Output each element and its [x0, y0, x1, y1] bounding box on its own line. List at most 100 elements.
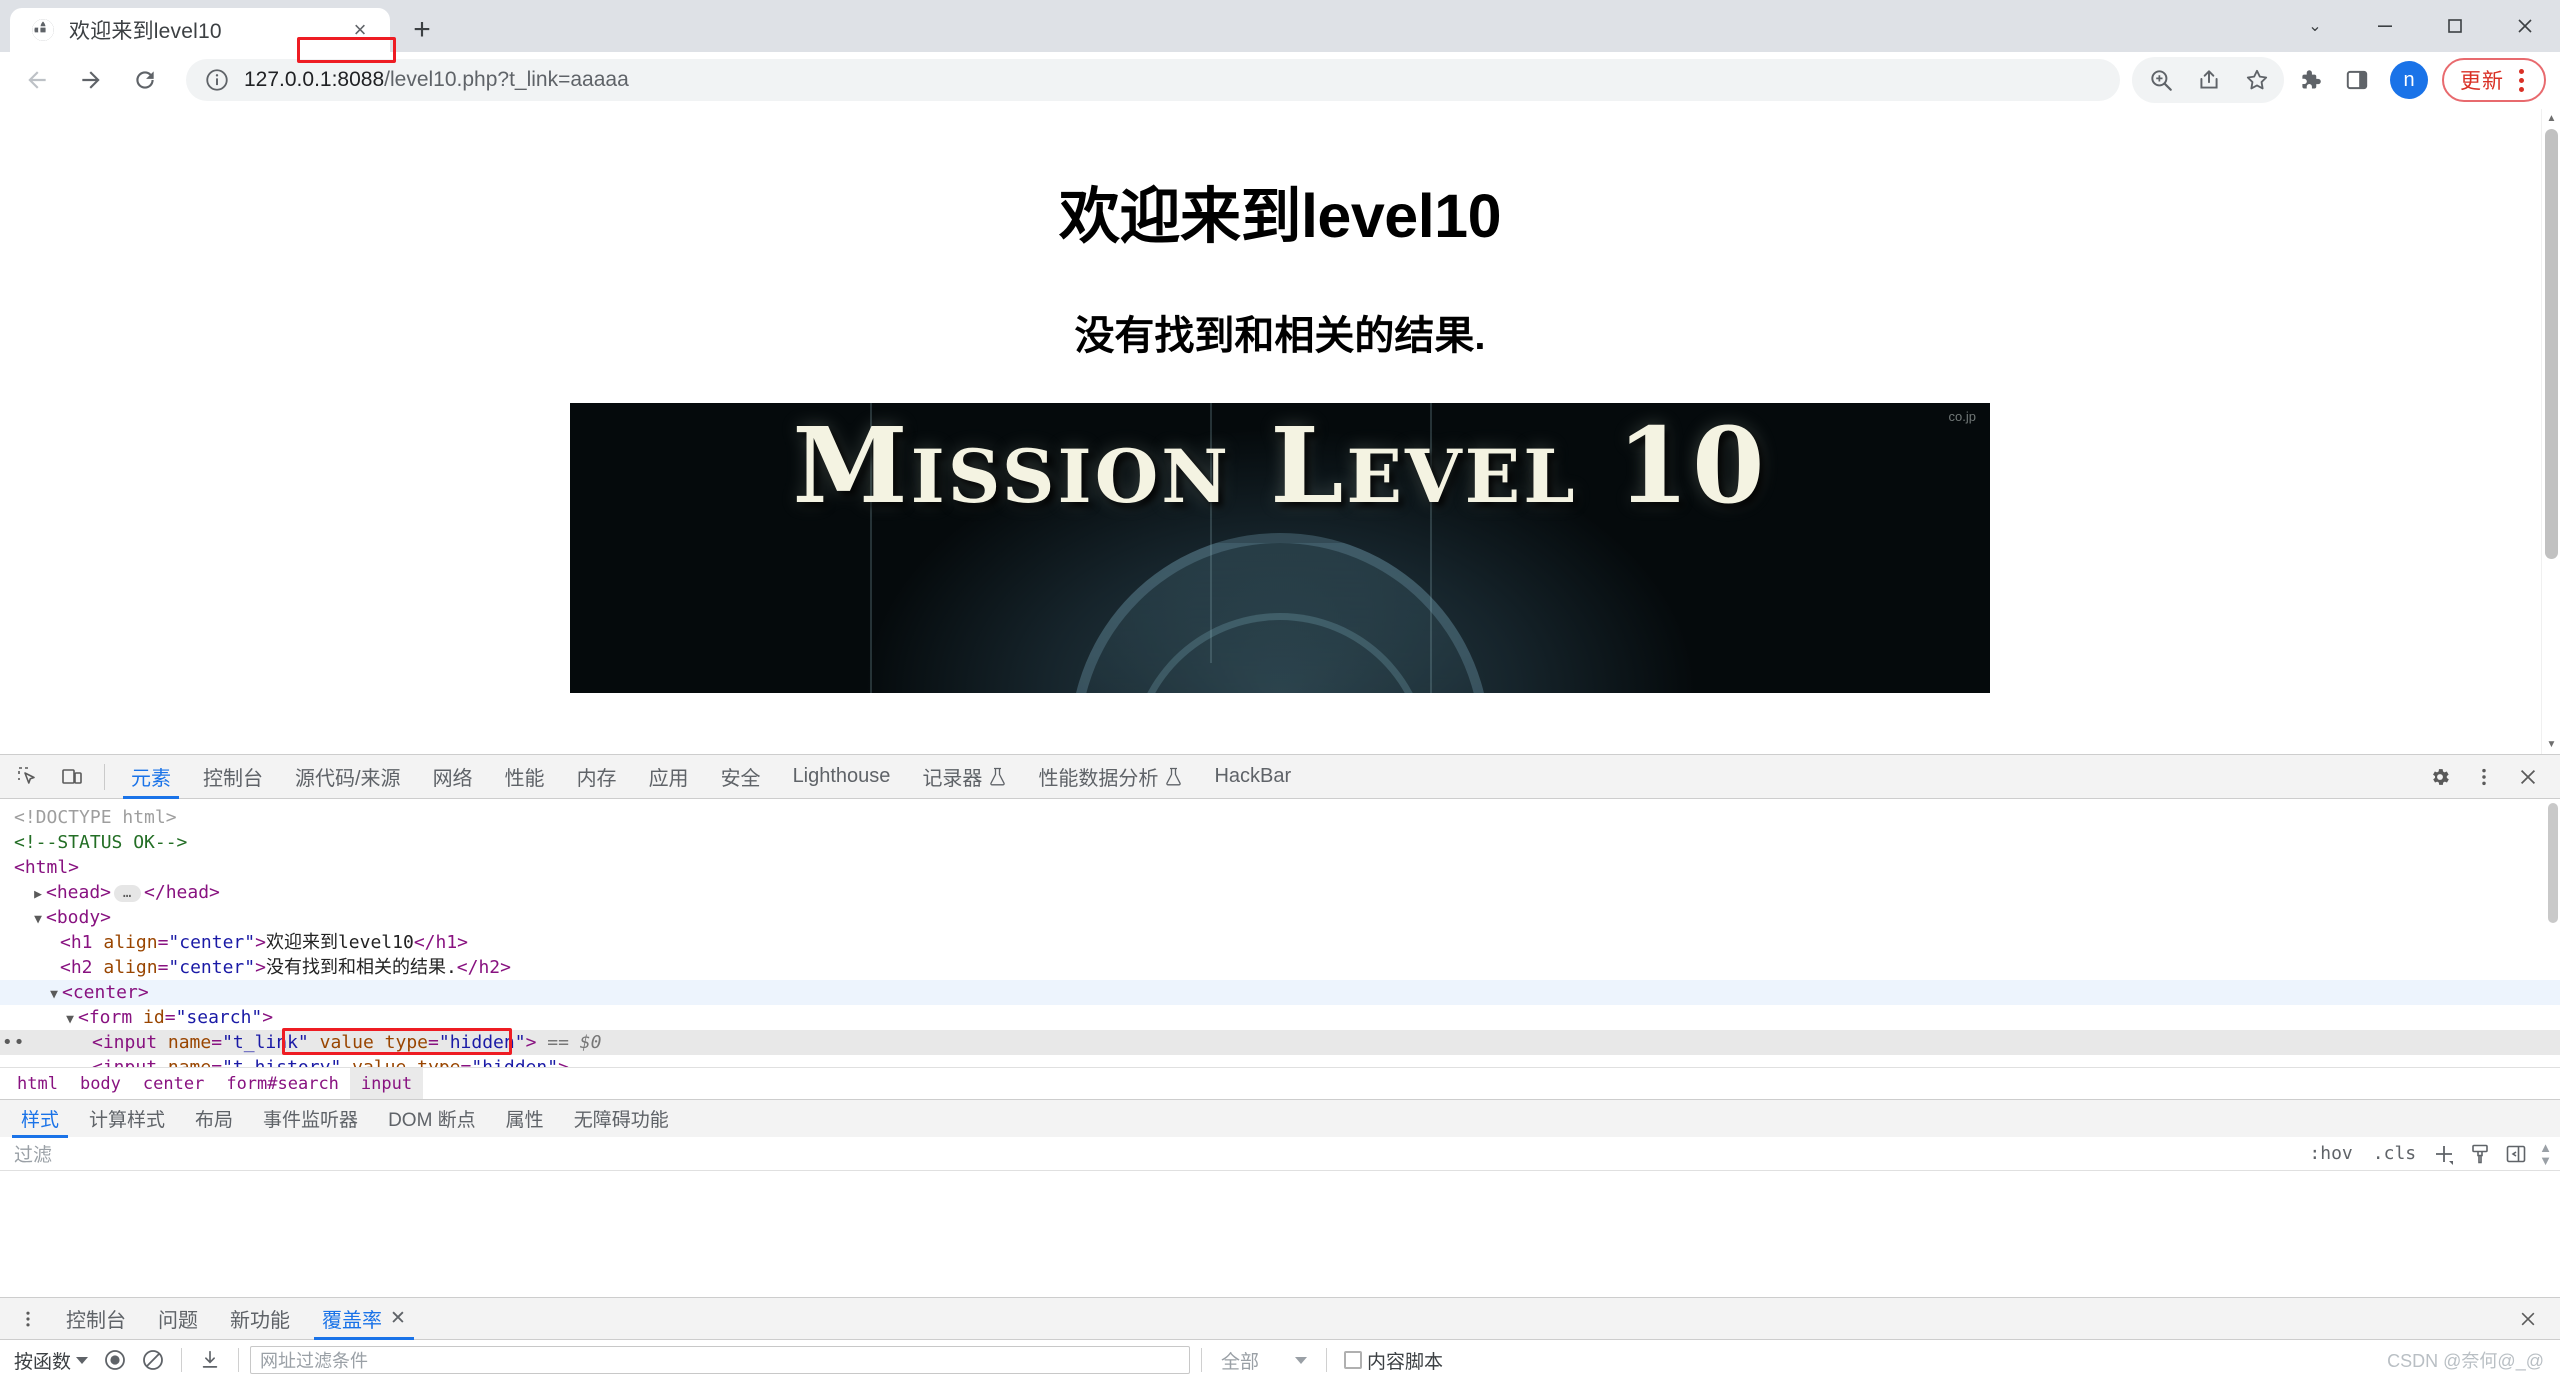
devtools-tab-elements[interactable]: 元素 — [115, 755, 187, 799]
styles-tab-accessibility[interactable]: 无障碍功能 — [559, 1100, 684, 1138]
browser-tab[interactable]: 欢迎来到level10 × — [10, 8, 390, 52]
star-icon[interactable] — [2234, 57, 2280, 103]
breadcrumb-item-input[interactable]: input — [349, 1067, 424, 1100]
breadcrumb-item-form[interactable]: form#search — [215, 1068, 350, 1100]
dom-line-input-thistory[interactable]: <input name="t_history" value type="hidd… — [0, 1055, 2560, 1067]
scroll-up-arrow[interactable]: ▲ — [2542, 109, 2560, 128]
devtools-tab-console[interactable]: 控制台 — [187, 755, 279, 799]
puzzle-icon[interactable] — [2286, 57, 2332, 103]
content-scripts-checkbox[interactable]: 内容脚本 — [1338, 1347, 1449, 1374]
devtools-tab-network[interactable]: 网络 — [417, 755, 489, 799]
close-icon[interactable] — [2509, 1300, 2547, 1338]
styles-tab-layout[interactable]: 布局 — [180, 1100, 248, 1138]
dom-line-h2[interactable]: <h2 align="center">没有找到和相关的结果.</h2> — [0, 955, 2560, 980]
styles-tab-event-listeners[interactable]: 事件监听器 — [248, 1100, 373, 1138]
dom-line-body[interactable]: ▼ <body> — [0, 905, 2560, 930]
expand-triangle-icon[interactable]: ▶ — [30, 882, 46, 907]
forward-icon[interactable] — [68, 57, 114, 103]
three-dot-menu-icon[interactable] — [2465, 758, 2503, 796]
plus-icon[interactable] — [2427, 1139, 2461, 1169]
url-text[interactable]: 127.0.0.1:8088/level10.php? t_link=aaaaa — [244, 68, 629, 92]
close-window-button[interactable] — [2490, 0, 2560, 52]
styles-tab-styles[interactable]: 样式 — [6, 1100, 74, 1138]
minimize-button[interactable] — [2350, 0, 2420, 52]
download-icon[interactable] — [193, 1344, 227, 1376]
tab-label: 安全 — [720, 768, 761, 790]
page-subtitle: 没有找到和相关的结果. — [1074, 314, 1486, 358]
drawer-tab-whats-new[interactable]: 新功能 — [214, 1298, 306, 1340]
scroll-down-arrow[interactable]: ▼ — [2539, 1154, 2552, 1167]
breadcrumb-item-body[interactable]: body — [69, 1068, 132, 1100]
dom-line-doctype[interactable]: <!DOCTYPE html> — [0, 805, 2560, 830]
breadcrumb-item-html[interactable]: html — [6, 1068, 69, 1100]
share-icon[interactable] — [2186, 57, 2232, 103]
styles-tab-properties[interactable]: 属性 — [491, 1100, 559, 1138]
coverage-mode-dropdown[interactable]: 按函数 — [8, 1347, 94, 1374]
avatar[interactable]: n — [2390, 61, 2428, 99]
coverage-type-dropdown[interactable]: 全部 — [1213, 1347, 1315, 1374]
clear-slash-icon[interactable] — [136, 1344, 170, 1376]
dom-line-h1[interactable]: <h1 align="center">欢迎来到level10</h1> — [0, 930, 2560, 955]
styles-tab-dom-breakpoints[interactable]: DOM 断点 — [373, 1100, 491, 1138]
devtools-tab-application[interactable]: 应用 — [633, 755, 705, 799]
dom-line-input-tlink[interactable]: •••<input name="t_link" value type="hidd… — [0, 1030, 2560, 1055]
tab-search-icon[interactable]: ⌄ — [2280, 0, 2350, 52]
close-icon[interactable] — [2509, 758, 2547, 796]
devtools-tab-security[interactable]: 安全 — [705, 755, 777, 799]
hov-toggle[interactable]: :hov — [2300, 1143, 2361, 1164]
inspect-element-icon[interactable] — [9, 758, 47, 796]
toggle-sidebar-icon[interactable] — [2499, 1139, 2533, 1169]
dom-tree[interactable]: <!DOCTYPE html> <!--STATUS OK--> <html> … — [0, 799, 2560, 1067]
checkbox-box[interactable] — [1344, 1351, 1363, 1369]
collapse-triangle-icon[interactable]: ▼ — [62, 1007, 78, 1032]
device-toolbar-icon[interactable] — [53, 758, 91, 796]
zoom-in-icon[interactable] — [2138, 57, 2184, 103]
collapse-triangle-icon[interactable]: ▼ — [30, 907, 46, 932]
close-icon[interactable]: × — [344, 14, 376, 46]
close-icon[interactable]: ✕ — [390, 1307, 406, 1330]
scroll-down-arrow[interactable]: ▼ — [2542, 735, 2560, 754]
cls-toggle[interactable]: .cls — [2364, 1143, 2425, 1164]
new-tab-button[interactable]: + — [400, 8, 444, 52]
devtools-tab-memory[interactable]: 内存 — [561, 755, 633, 799]
page-scrollbar[interactable]: ▲ ▼ — [2541, 109, 2560, 754]
scrollbar-thumb[interactable] — [2548, 803, 2558, 923]
side-panel-icon[interactable] — [2334, 57, 2380, 103]
url-filter-input[interactable]: 网址过滤条件 — [250, 1346, 1191, 1374]
address-bar[interactable]: 127.0.0.1:8088/level10.php? t_link=aaaaa — [186, 59, 2120, 101]
dom-line-center-open[interactable]: ▼ <center> — [0, 980, 2560, 1005]
styles-filter-input[interactable]: 过滤 — [0, 1140, 2300, 1167]
info-circle-icon[interactable] — [204, 67, 230, 93]
record-circle-icon[interactable] — [98, 1344, 132, 1376]
drawer-tab-issues[interactable]: 问题 — [142, 1298, 214, 1340]
gear-icon[interactable] — [2421, 758, 2459, 796]
devtools-tab-performance-insights[interactable]: 性能数据分析 — [1022, 755, 1198, 799]
breadcrumb-item-center[interactable]: center — [132, 1068, 215, 1100]
devtools-tab-hackbar[interactable]: HackBar — [1198, 755, 1307, 799]
update-button[interactable]: 更新 — [2442, 58, 2546, 102]
drawer-tab-console[interactable]: 控制台 — [50, 1298, 142, 1340]
collapse-triangle-icon[interactable]: ▼ — [46, 982, 62, 1007]
dom-line-comment[interactable]: <!--STATUS OK--> — [0, 830, 2560, 855]
back-icon[interactable] — [14, 57, 60, 103]
dom-tree-scrollbar[interactable] — [2545, 799, 2560, 1067]
dom-line-form-open[interactable]: ▼ <form id="search"> — [0, 1005, 2560, 1030]
dom-line-html[interactable]: <html> — [0, 855, 2560, 880]
drawer-tab-coverage[interactable]: 覆盖率 ✕ — [306, 1298, 422, 1340]
devtools-tab-performance[interactable]: 性能 — [489, 755, 561, 799]
styles-scroll-buttons[interactable]: ▲ ▼ — [2539, 1141, 2552, 1167]
row-more-icon[interactable]: ••• — [0, 1030, 25, 1055]
three-dot-menu-icon[interactable] — [9, 1300, 47, 1338]
reload-icon[interactable] — [122, 57, 168, 103]
devtools-tab-lighthouse[interactable]: Lighthouse — [777, 755, 907, 799]
scroll-up-arrow[interactable]: ▲ — [2539, 1141, 2552, 1154]
styles-tab-computed[interactable]: 计算样式 — [74, 1100, 180, 1138]
devtools-tab-recorder[interactable]: 记录器 — [906, 755, 1022, 799]
maximize-button[interactable] — [2420, 0, 2490, 52]
scrollbar-thumb[interactable] — [2545, 129, 2558, 559]
dom-line-head[interactable]: ▶ <head>… </head> — [0, 880, 2560, 905]
paintbrush-icon[interactable] — [2463, 1139, 2497, 1169]
collapsed-children-badge[interactable]: … — [114, 884, 142, 902]
devtools-tab-sources[interactable]: 源代码/来源 — [279, 755, 417, 799]
three-dot-menu-icon[interactable] — [2504, 63, 2538, 97]
